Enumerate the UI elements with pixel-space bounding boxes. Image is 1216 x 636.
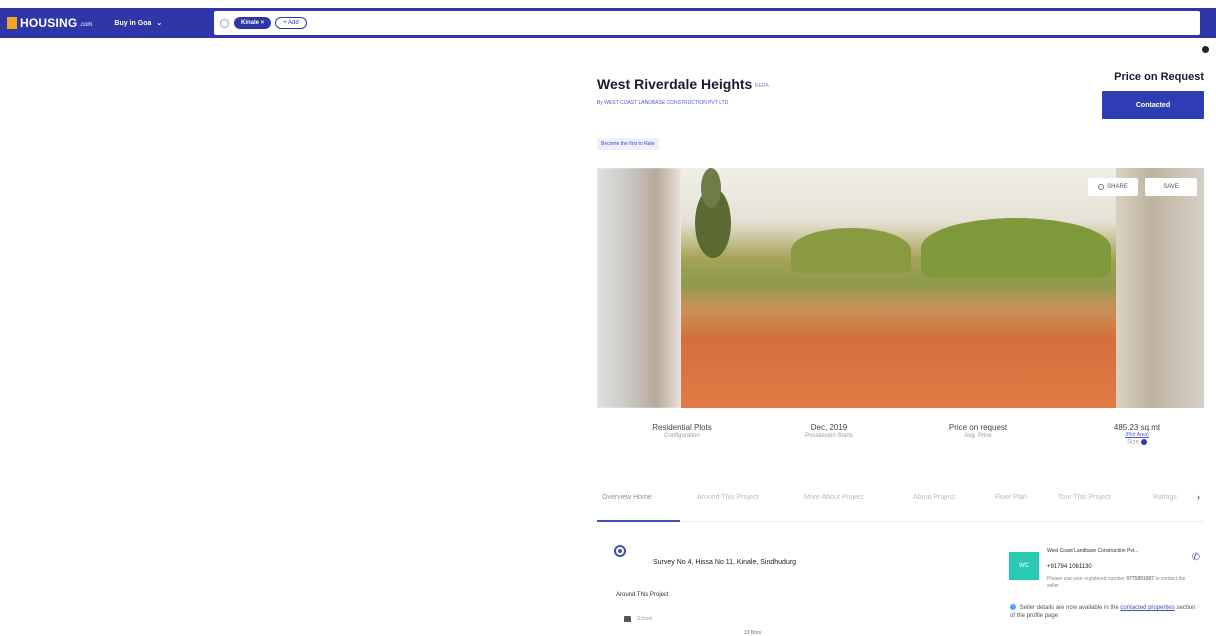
school-distance: 13 Kms (744, 630, 761, 636)
contacted-button[interactable]: Contacted (1102, 91, 1204, 119)
gallery-next-image[interactable] (1116, 168, 1204, 408)
search-bar[interactable]: Kinale × + Add (214, 11, 1200, 35)
tab-ratings[interactable]: Ratings (1153, 494, 1177, 501)
seller-avatar: WC (1009, 552, 1039, 580)
tab-floor-plan[interactable]: Floor Plan (995, 494, 1027, 501)
search-chip-kinale[interactable]: Kinale × (234, 17, 272, 29)
photo-bush (921, 218, 1111, 278)
save-button[interactable]: SAVE (1145, 178, 1197, 196)
phone-icon[interactable]: ✆ (1192, 552, 1200, 563)
developer-link[interactable]: By WEST COAST LANDBASE CONSTRUCTION PVT … (597, 100, 728, 106)
logo-mark-icon (7, 17, 17, 29)
project-title: West Riverdale Heights (597, 76, 753, 92)
seller-details-notice: Seller details are now available in the … (1010, 604, 1202, 620)
stat-size: 485.23 sq.mt (Plot Area) Size (1097, 423, 1177, 446)
tab-tour-project[interactable]: Tour This Project (1058, 494, 1110, 501)
stat-value: Dec, 2019 (810, 423, 848, 432)
tab-overview[interactable]: Overview Home (602, 494, 652, 501)
stat-key: Size (1127, 439, 1139, 446)
price-title: Price on Request (1114, 71, 1204, 83)
share-icon (1098, 184, 1105, 190)
stat-value: 485.23 sq.mt (1113, 423, 1161, 432)
updated-info (1198, 46, 1209, 53)
add-location-button[interactable]: + Add (275, 17, 307, 29)
share-button[interactable]: SHARE (1088, 178, 1138, 196)
project-photo[interactable] (681, 168, 1117, 408)
around-project-title: Around This Project (616, 592, 669, 598)
stat-configuration: Residential Plots Configuration (642, 423, 722, 439)
top-navbar: HOUSING .com Buy in Goa ⌄ Kinale × + Add (0, 8, 1216, 38)
tab-about-project[interactable]: About Project (913, 494, 955, 501)
school-icon (624, 616, 631, 622)
size-unit-link[interactable]: (Plot Area) (1097, 432, 1177, 438)
notice-info-icon (1010, 604, 1016, 611)
seller-card: WC West Coast Landbase Construction Pvt.… (1002, 542, 1204, 636)
gallery-prev-image[interactable] (597, 168, 681, 408)
chevron-down-icon: ⌄ (156, 20, 163, 27)
logo-text: HOUSING (20, 16, 78, 30)
seller-name[interactable]: West Coast Landbase Construction Pvt... (1047, 548, 1138, 554)
stat-key-size: Size (1097, 439, 1177, 446)
tab-more-about[interactable]: More About Project (804, 494, 864, 501)
contacted-properties-link[interactable]: contacted properties (1120, 605, 1174, 611)
stat-key: Possession Starts (804, 433, 854, 439)
active-tab-indicator (597, 520, 680, 522)
stat-value: Residential Plots (652, 423, 712, 432)
rate-project-tag[interactable]: Become the first to Rate (597, 138, 659, 150)
seller-note-prefix: Please use your registered number (1047, 576, 1125, 582)
notice-prefix: Seller details are now available in the (1019, 605, 1119, 611)
school-category[interactable]: School (624, 616, 652, 622)
search-chip-label: Kinale (241, 20, 260, 26)
buy-city-label: Buy in Goa (114, 19, 152, 27)
stat-key: Avg. Price (964, 433, 992, 439)
photo-tree (701, 168, 721, 208)
tabs-next-icon[interactable]: › (1197, 492, 1200, 502)
section-tabs: Overview Home Around This Project More A… (597, 486, 1204, 522)
seller-note-number: 9775891987 (1126, 576, 1155, 582)
project-details: West Riverdale Heights RERA By WEST COAS… (597, 38, 1209, 636)
project-stats: Residential Plots Configuration Dec, 201… (597, 423, 1204, 463)
stat-key: Configuration (664, 433, 700, 439)
stat-avg-price: Price on request Avg. Price (937, 423, 1019, 439)
school-label: School (637, 616, 653, 622)
info-icon[interactable] (1202, 46, 1209, 53)
project-address: Survey No 4, Hissa No 11, Kinale, Sindhu… (653, 559, 797, 566)
buy-city-dropdown[interactable]: Buy in Goa ⌄ (114, 19, 163, 28)
seller-phone: +91794 1061130 (1047, 564, 1092, 570)
logo-domain: .com (79, 22, 93, 28)
location-pin-icon (614, 545, 626, 557)
rera-badge[interactable]: RERA (755, 83, 769, 89)
seller-note: Please use your registered number 977589… (1047, 576, 1197, 590)
housing-logo[interactable]: HOUSING .com (7, 16, 92, 30)
stat-possession: Dec, 2019 Possession Starts (789, 423, 869, 439)
photo-bush (791, 228, 911, 273)
stat-value: Price on request (948, 423, 1008, 432)
share-label: SHARE (1107, 184, 1128, 190)
tab-around-project[interactable]: Around This Project (697, 494, 758, 501)
info-icon[interactable] (1140, 439, 1147, 445)
search-icon (220, 18, 229, 28)
photo-gallery[interactable]: SHARE SAVE (597, 168, 1204, 408)
